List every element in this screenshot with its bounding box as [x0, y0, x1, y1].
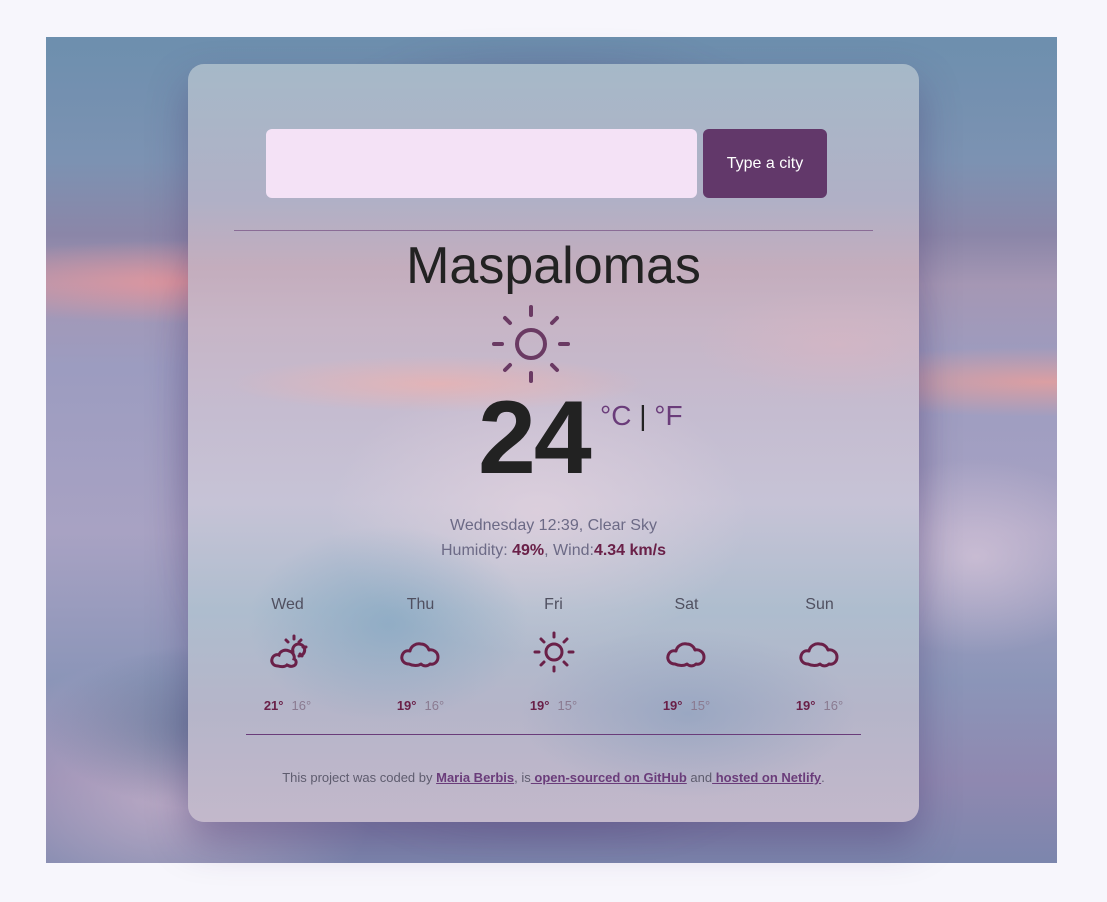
forecast-min: 16° — [823, 698, 844, 713]
forecast-min: 15° — [557, 698, 578, 713]
forecast-max: 19° — [795, 698, 816, 713]
wind-label: , Wind: — [544, 542, 594, 559]
author-link[interactable]: Maria Berbis — [436, 770, 514, 785]
unit-toggle: °C | °F — [600, 400, 683, 432]
unit-separator: | — [639, 400, 647, 431]
sun-icon — [492, 305, 570, 383]
forecast-day-name: Thu — [406, 596, 435, 613]
top-divider — [234, 230, 873, 231]
netlify-link[interactable]: hosted on Netlify — [712, 770, 821, 785]
city-search-input[interactable] — [266, 129, 697, 198]
forecast-day-name: Sat — [674, 596, 699, 613]
forecast-min: 16° — [424, 698, 445, 713]
current-temperature: 24 — [478, 380, 592, 496]
footer-text: and — [686, 770, 713, 785]
humidity-wind: Humidity: 49%, Wind:4.34 km/s — [188, 538, 919, 563]
forecast-max: 19° — [662, 698, 683, 713]
cloud-icon — [665, 642, 705, 668]
bottom-divider — [246, 734, 861, 735]
wind-value: 4.34 km/s — [593, 542, 666, 559]
forecast-temps: 19° 16° — [753, 698, 886, 713]
search-button[interactable]: Type a city — [703, 129, 827, 198]
forecast-max: 19° — [529, 698, 550, 713]
forecast-day: Sat 19° 15° — [620, 596, 753, 713]
forecast-day: Wed 21° 16° — [221, 596, 354, 713]
forecast: Wed 21° 16° Thu 19° 16° Fri 19° 15° Sat … — [221, 596, 886, 713]
weather-card: Type a city Maspalomas 24 °C | °F Wednes… — [188, 64, 919, 822]
city-name: Maspalomas — [406, 237, 701, 295]
forecast-day: Thu 19° 16° — [354, 596, 487, 713]
footer: This project was coded by Maria Berbis, … — [188, 770, 919, 785]
partly-cloudy-icon — [269, 634, 307, 669]
forecast-day-name: Fri — [544, 596, 563, 613]
humidity-value: 49% — [512, 542, 545, 559]
sun-icon — [533, 631, 574, 673]
footer-text: This project was coded by — [282, 770, 437, 785]
footer-text: , is — [514, 770, 531, 785]
forecast-temps: 19° 15° — [487, 698, 620, 713]
search-form: Type a city — [266, 129, 827, 198]
cloud-icon — [798, 642, 838, 668]
forecast-day: Fri 19° 15° — [487, 596, 620, 713]
forecast-max: 21° — [263, 698, 284, 713]
forecast-min: 16° — [291, 698, 312, 713]
celsius-link[interactable]: °C — [600, 400, 631, 431]
footer-text: . — [821, 770, 825, 785]
forecast-day-name: Sun — [805, 596, 834, 613]
forecast-min: 15° — [690, 698, 711, 713]
forecast-temps: 19° 15° — [620, 698, 753, 713]
github-link[interactable]: open-sourced on GitHub — [531, 770, 686, 785]
humidity-label: Humidity: — [440, 542, 513, 559]
weather-description: Wednesday 12:39, Clear Sky Humidity: 49%… — [188, 513, 919, 563]
cloud-icon — [399, 642, 439, 668]
forecast-temps: 21° 16° — [221, 698, 354, 713]
forecast-day: Sun 19° 16° — [753, 596, 886, 713]
fahrenheit-link[interactable]: °F — [654, 400, 682, 431]
forecast-max: 19° — [396, 698, 417, 713]
datetime-condition: Wednesday 12:39, Clear Sky — [450, 517, 657, 534]
forecast-day-name: Wed — [271, 596, 304, 613]
forecast-temps: 19° 16° — [354, 698, 487, 713]
